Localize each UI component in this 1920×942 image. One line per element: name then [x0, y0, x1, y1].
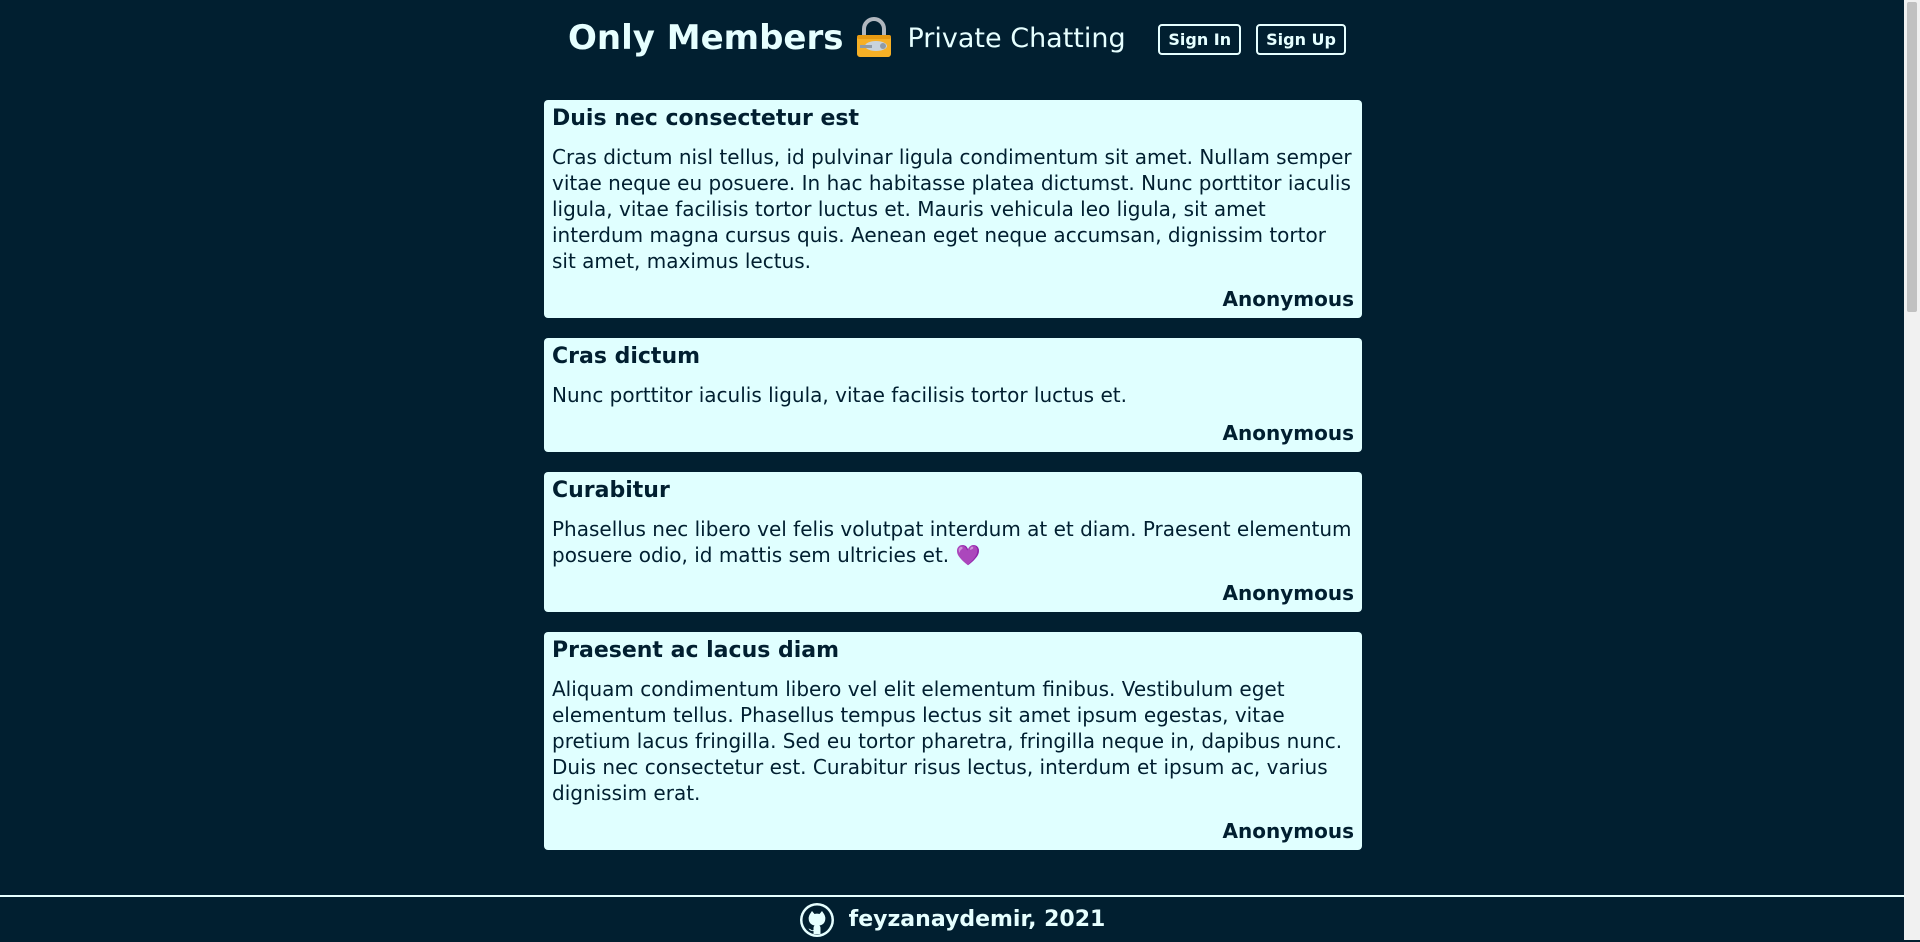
message-body: Cras dictum nisl tellus, id pulvinar lig… [552, 145, 1352, 273]
message-author: Anonymous [1222, 421, 1354, 445]
message-card: Cras dictum Nunc porttitor iaculis ligul… [544, 338, 1362, 452]
message-author: Anonymous [1222, 819, 1354, 843]
message-author: Anonymous [1222, 581, 1354, 605]
message-card: Praesent ac lacus diam Aliquam condiment… [544, 632, 1362, 850]
message-body: Nunc porttitor iaculis ligula, vitae fac… [552, 383, 1127, 407]
message-body: Aliquam condimentum libero vel elit elem… [552, 677, 1343, 805]
lock-icon [854, 17, 894, 59]
message-list: Duis nec consectetur est Cras dictum nis… [544, 100, 1362, 870]
message-title: Duis nec consectetur est [552, 106, 860, 131]
site-footer: feyzanaydemir, 2021 [0, 895, 1904, 942]
site-header: Only Members Private Chatting Sign In Si… [544, 0, 1362, 80]
auth-buttons: Sign In Sign Up [1158, 24, 1346, 55]
message-title: Cras dictum [552, 344, 701, 369]
page: Only Members Private Chatting Sign In Si… [0, 0, 1904, 942]
scrollbar-thumb[interactable] [1907, 2, 1917, 312]
page-scrollbar[interactable] [1904, 0, 1920, 940]
sign-up-button[interactable]: Sign Up [1256, 24, 1346, 55]
message-card: Curabitur Phasellus nec libero vel felis… [544, 472, 1362, 612]
brand-subtitle: Private Chatting [907, 22, 1126, 54]
message-card: Duis nec consectetur est Cras dictum nis… [544, 100, 1362, 318]
brand-title: Only Members [568, 18, 844, 58]
message-title: Curabitur [552, 478, 670, 503]
sign-in-button[interactable]: Sign In [1158, 24, 1242, 55]
message-body: Phasellus nec libero vel felis volutpat … [552, 517, 1352, 567]
message-title: Praesent ac lacus diam [552, 638, 840, 663]
github-icon[interactable] [799, 902, 835, 938]
brand[interactable]: Only Members Private Chatting [568, 17, 1126, 59]
footer-credit[interactable]: feyzanaydemir, 2021 [849, 907, 1106, 932]
message-author: Anonymous [1222, 287, 1354, 311]
